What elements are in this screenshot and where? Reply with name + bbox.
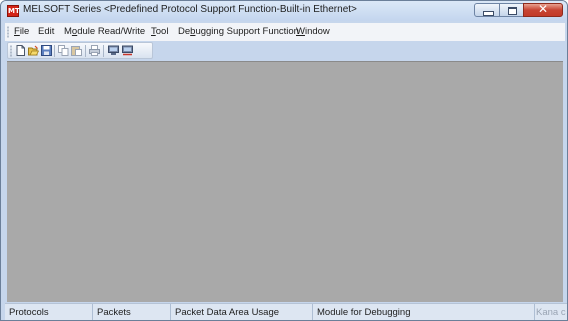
open-icon[interactable] — [28, 45, 39, 56]
toolbar-separator — [103, 45, 104, 57]
toolbar-separator — [54, 45, 55, 57]
main-window: MT MELSOFT Series <Predefined Protocol S… — [0, 0, 568, 321]
window-title: MELSOFT Series <Predefined Protocol Supp… — [23, 4, 357, 15]
menu-file[interactable]: File — [14, 26, 29, 37]
paste-icon[interactable] — [71, 45, 82, 56]
close-button[interactable]: ✕ — [523, 2, 563, 17]
menu-debugging-support-function[interactable]: Debugging Support Function — [178, 26, 299, 37]
title-bar[interactable]: MT MELSOFT Series <Predefined Protocol S… — [1, 1, 567, 21]
mdi-workspace[interactable] — [7, 61, 563, 302]
disconnect-icon[interactable] — [122, 45, 133, 56]
status-kana-caps-scroll: Kana c SC — [536, 307, 566, 318]
status-protocols: Protocols — [5, 304, 93, 320]
connect-icon[interactable] — [108, 45, 119, 56]
toolbar-separator — [85, 45, 86, 57]
minimize-icon — [483, 11, 494, 16]
menu-edit[interactable]: Edit — [38, 26, 54, 37]
menu-tool[interactable]: Tool — [151, 26, 168, 37]
copy-icon[interactable] — [58, 45, 69, 56]
menu-window[interactable]: Window — [296, 26, 330, 37]
status-module-for-debugging: Module for Debugging — [313, 304, 535, 320]
status-packets: Packets — [93, 304, 171, 320]
status-packet-data-area-usage: Packet Data Area Usage — [171, 304, 313, 320]
status-bar: Protocols Packets Packet Data Area Usage… — [5, 303, 567, 320]
maximize-icon — [508, 7, 517, 15]
close-icon: ✕ — [537, 2, 549, 16]
menu-grip-icon[interactable] — [7, 26, 9, 38]
print-icon[interactable] — [89, 45, 100, 56]
app-icon[interactable]: MT — [7, 5, 20, 17]
menu-module-read-write[interactable]: Module Read/Write — [64, 26, 145, 37]
standard-toolbar — [7, 42, 153, 59]
maximize-button[interactable] — [499, 3, 524, 17]
save-icon[interactable] — [41, 45, 52, 56]
minimize-button[interactable] — [474, 3, 500, 17]
toolbar-grip-icon[interactable] — [10, 45, 12, 57]
menu-bar: File Edit Module Read/Write Tool Debuggi… — [5, 23, 565, 41]
new-icon[interactable] — [15, 45, 26, 56]
